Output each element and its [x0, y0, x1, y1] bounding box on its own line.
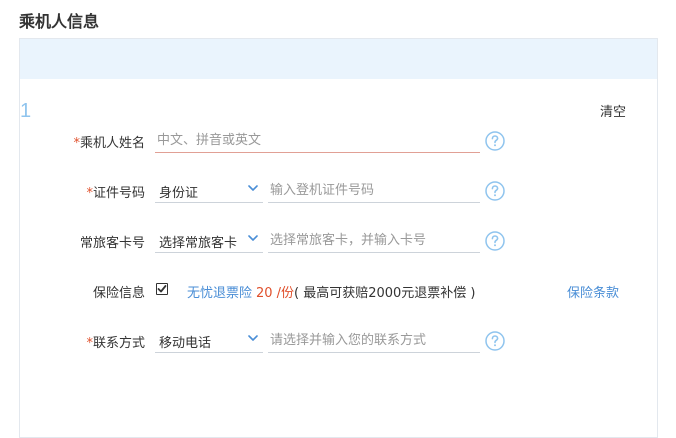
contact-type-value: 移动电话 [159, 336, 212, 351]
insurance-terms-link[interactable]: 保险条款 [567, 282, 619, 301]
insurance-price: 20 /份 [256, 286, 295, 301]
ffp-number-label: 常旅客卡号 [79, 236, 145, 251]
card-header-banner [20, 39, 657, 79]
id-number-input[interactable] [268, 178, 480, 203]
chevron-down-icon [248, 235, 258, 241]
page-title: 乘机人信息 [19, 12, 100, 31]
insurance-note: ( 最高可获赔2000元退票补偿 ) [294, 286, 476, 301]
contact-input[interactable] [268, 328, 480, 353]
passenger-name-input[interactable] [155, 128, 480, 153]
question-circle-icon[interactable] [485, 131, 505, 151]
question-circle-icon[interactable] [485, 231, 505, 251]
question-circle-icon[interactable] [485, 331, 505, 351]
id-type-select[interactable]: 身份证 [155, 178, 263, 203]
check-icon [157, 285, 167, 293]
chevron-down-icon [248, 185, 258, 191]
passenger-name-label: *乘机人姓名 [73, 136, 145, 151]
contact-type-select[interactable]: 移动电话 [155, 328, 263, 353]
id-type-value: 身份证 [159, 186, 199, 201]
insurance-label: 保险信息 [92, 286, 145, 301]
ffp-card-select[interactable]: 选择常旅客卡 [155, 228, 263, 253]
chevron-down-icon [248, 335, 258, 341]
ffp-number-input[interactable] [268, 228, 480, 253]
ffp-card-value: 选择常旅客卡 [159, 236, 238, 251]
question-circle-icon[interactable] [485, 181, 505, 201]
id-number-label: *证件号码 [86, 186, 145, 201]
passenger-index: 1 [20, 100, 32, 122]
clear-button[interactable]: 清空 [600, 101, 626, 120]
contact-label: *联系方式 [86, 336, 145, 351]
insurance-checkbox[interactable] [156, 283, 168, 295]
insurance-product-link[interactable]: 无忧退票险 [187, 282, 252, 301]
